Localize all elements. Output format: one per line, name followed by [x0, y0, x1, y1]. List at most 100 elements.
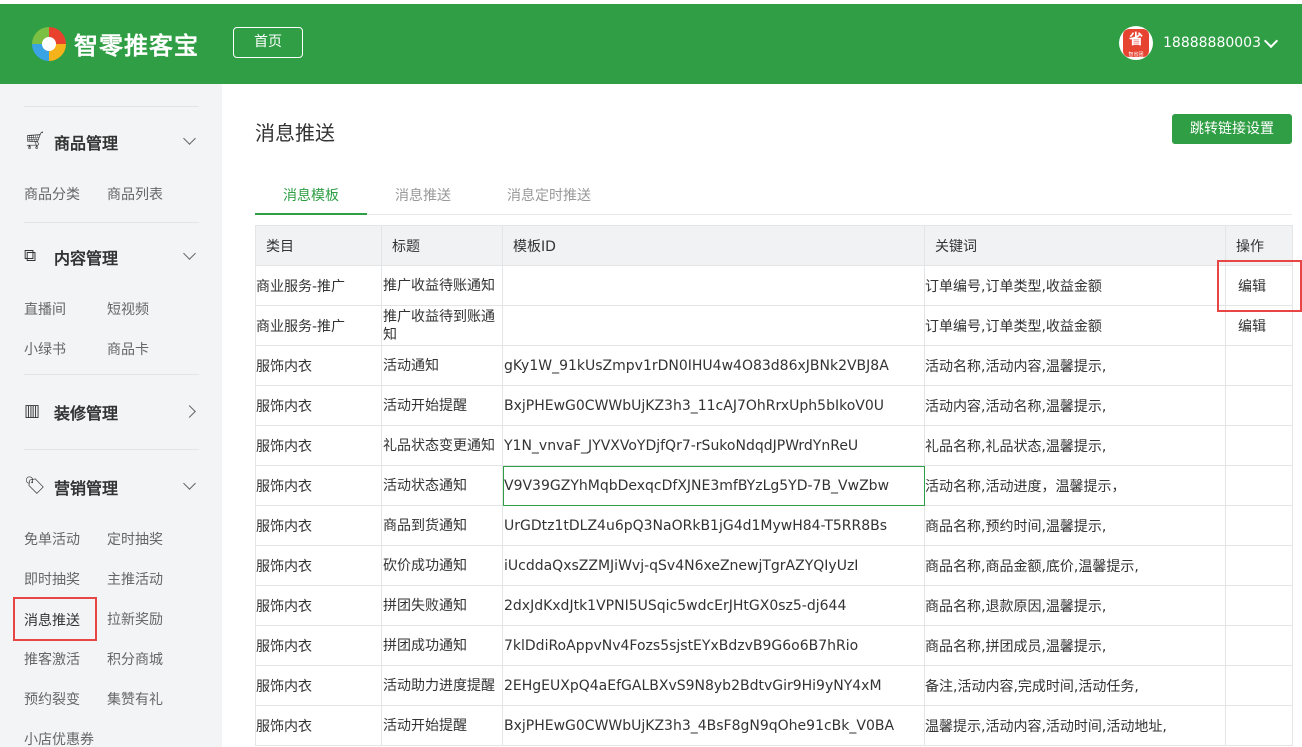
- sidebar-item-instant-lottery[interactable]: 即时抽奖: [24, 569, 80, 589]
- cell-title: 拼团失败通知: [381, 585, 503, 626]
- divider: [24, 449, 199, 450]
- cell-category: 服饰内衣: [255, 425, 382, 466]
- cell-template-id: Y1N_vnvaF_JYVXVoYDjfQr7-rSukoNdqdJPWrdYn…: [502, 425, 925, 466]
- page-title: 消息推送: [255, 121, 335, 145]
- cart-icon: 🛒︎: [24, 131, 46, 151]
- cell-keywords: 活动内容,活动名称,温馨提示,: [924, 385, 1226, 426]
- sidebar-item-promoter-activation[interactable]: 推客激活: [24, 649, 80, 669]
- cell-actions: [1225, 625, 1293, 666]
- sidebar-item-timed-lottery[interactable]: 定时抽奖: [107, 529, 163, 549]
- tab-message-template[interactable]: 消息模板: [255, 185, 367, 205]
- sidebar-item-short-video[interactable]: 短视频: [107, 299, 149, 319]
- sidebar-item-free-order[interactable]: 免单活动: [24, 529, 80, 549]
- sidebar-item-likes-gift[interactable]: 集赞有礼: [107, 689, 163, 709]
- cell-category: 服饰内衣: [255, 505, 382, 546]
- sidebar-group-title: 内容管理: [54, 249, 119, 268]
- edit-highlight-box: [1217, 260, 1302, 312]
- sidebar-item-live-room[interactable]: 直播间: [24, 299, 66, 319]
- sidebar-item-label: 消息推送: [24, 613, 80, 629]
- cell-title: 活动通知: [381, 345, 503, 386]
- cell-template-id: 7klDdiRoAppvNv4Fozs5sjstEYxBdzvB9G6o6B7h…: [502, 625, 925, 666]
- cell-category: 服饰内衣: [255, 625, 382, 666]
- sidebar: 🛒︎ 商品管理 商品分类 商品列表 ⧉ 内容管理 直播间 短视频 小绿书 商品卡…: [0, 84, 222, 747]
- sidebar-group-decoration[interactable]: ▥ 装修管理: [24, 399, 202, 423]
- cell-actions: [1225, 345, 1293, 386]
- cell-keywords: 活动名称,活动内容,温馨提示,: [924, 345, 1226, 386]
- tab-scheduled-push[interactable]: 消息定时推送: [479, 185, 619, 205]
- sidebar-item-booking-fission[interactable]: 预约裂变: [24, 689, 80, 709]
- cell-template-id: BxjPHEwG0CWWbUjKZ3h3_11cAJ7OhRrxUph5bIko…: [502, 385, 925, 426]
- cell-keywords: 活动名称,活动进度，温馨提示，: [924, 465, 1226, 506]
- sidebar-group-product[interactable]: 🛒︎ 商品管理: [24, 129, 202, 153]
- table-row: 服饰内衣 活动开始提醒 BxjPHEwG0CWWbUjKZ3h3_4BsF8gN9q…: [255, 705, 1293, 746]
- bar-chart-icon: ▥: [24, 401, 41, 421]
- sidebar-item-message-push[interactable]: 消息推送: [13, 597, 97, 641]
- redirect-link-settings-button[interactable]: 跳转链接设置: [1172, 114, 1292, 144]
- divider: [24, 106, 199, 107]
- divider: [24, 374, 199, 375]
- cell-keywords: 订单编号,订单类型,收益金额: [924, 265, 1226, 306]
- table-row: 商业服务-推广 推广收益待账通知 订单编号,订单类型,收益金额 编辑: [255, 265, 1293, 306]
- cell-keywords: 商品名称,商品金额,底价,温馨提示,: [924, 545, 1226, 586]
- cell-title: 拼团成功通知: [381, 625, 503, 666]
- cell-template-id: V9V39GZYhMqbDexqcDfXJNE3mfBYzLg5YD-7B_Vw…: [502, 465, 925, 506]
- table-row: 服饰内衣 拼团成功通知 7klDdiRoAppvNv4Fozs5sjstEYxBdz…: [255, 625, 1293, 666]
- column-header-title: 标题: [381, 225, 503, 266]
- cell-actions: [1225, 705, 1293, 746]
- cell-keywords: 商品名称,退款原因,温馨提示,: [924, 585, 1226, 626]
- chevron-down-icon: [183, 477, 196, 490]
- cell-category: 服饰内衣: [255, 705, 382, 746]
- sidebar-item-product-list[interactable]: 商品列表: [107, 184, 163, 204]
- sidebar-item-points-mall[interactable]: 积分商城: [107, 649, 163, 669]
- chevron-down-icon[interactable]: [1263, 33, 1279, 49]
- cell-title: 活动开始提醒: [381, 705, 503, 746]
- table-row: 服饰内衣 砍价成功通知 iUcddaQxsZZMJiWvj-qSv4N6xeZnew…: [255, 545, 1293, 586]
- cell-category: 服饰内衣: [255, 465, 382, 506]
- tag-icon: 🏷︎: [24, 476, 46, 496]
- sidebar-group-title: 营销管理: [54, 479, 119, 498]
- cell-actions: [1225, 585, 1293, 626]
- sidebar-item-main-promotion[interactable]: 主推活动: [107, 569, 163, 589]
- chevron-down-icon: [183, 247, 196, 260]
- top-bar: 智零推客宝 首页 省 智省团 18888880003: [0, 0, 1302, 84]
- sidebar-group-title: 商品管理: [54, 134, 119, 153]
- cell-title: 礼品状态变更通知: [381, 425, 503, 466]
- home-button[interactable]: 首页: [233, 27, 303, 58]
- table-row: 商业服务-推广 推广收益待到账通知 订单编号,订单类型,收益金额 编辑: [255, 305, 1293, 346]
- cell-keywords: 商品名称,拼团成员,温馨提示,: [924, 625, 1226, 666]
- brand-name: 智零推客宝: [74, 32, 199, 60]
- column-header-category: 类目: [255, 225, 382, 266]
- cell-keywords: 礼品名称,礼品状态,温馨提示,: [924, 425, 1226, 466]
- column-header-keywords: 关键词: [924, 225, 1226, 266]
- cell-category: 服饰内衣: [255, 345, 382, 386]
- chevron-down-icon: [183, 132, 196, 145]
- sidebar-item-green-book[interactable]: 小绿书: [24, 339, 66, 359]
- cell-category: 商业服务-推广: [255, 305, 382, 346]
- table-row: 服饰内衣 拼团失败通知 2dxJdKxdJtk1VPNI5USqic5wdcErJH…: [255, 585, 1293, 626]
- cell-keywords: 商品名称,预约时间,温馨提示,: [924, 505, 1226, 546]
- cell-actions: [1225, 545, 1293, 586]
- cell-template-id: [502, 265, 925, 306]
- copy-icon: ⧉: [24, 246, 37, 266]
- cell-template-id: 2dxJdKxdJtk1VPNI5USqic5wdcErJHtGX0sz5-dj…: [502, 585, 925, 626]
- sidebar-group-marketing[interactable]: 🏷︎ 营销管理: [24, 474, 202, 498]
- tab-message-push[interactable]: 消息推送: [367, 185, 479, 205]
- cell-title: 推广收益待到账通知: [381, 305, 503, 346]
- sidebar-item-referral-reward[interactable]: 拉新奖励: [107, 609, 163, 629]
- sidebar-group-title: 装修管理: [54, 404, 119, 423]
- cell-title: 砍价成功通知: [381, 545, 503, 586]
- table-row: 服饰内衣 礼品状态变更通知 Y1N_vnvaF_JYVXVoYDjfQr7-rSuk…: [255, 425, 1293, 466]
- table-row: 服饰内衣 商品到货通知 UrGDtz1tDLZ4u6pQ3NaORkB1jG4d1M…: [255, 505, 1293, 546]
- logo-icon: [32, 27, 66, 61]
- main-content: 消息推送 跳转链接设置 消息模板 消息推送 消息定时推送 类目 标题 模板ID …: [222, 84, 1302, 747]
- sidebar-item-store-coupon[interactable]: 小店优惠券: [24, 729, 94, 747]
- account-phone[interactable]: 18888880003: [1163, 35, 1261, 51]
- column-header-template-id: 模板ID: [502, 225, 925, 266]
- sidebar-item-product-card[interactable]: 商品卡: [107, 339, 149, 359]
- sidebar-group-content[interactable]: ⧉ 内容管理: [24, 244, 202, 268]
- avatar[interactable]: 省 智省团: [1119, 26, 1153, 60]
- cell-template-id: 2EHgEUXpQ4aEfGALBXvS9N8yb2BdtvGir9Hi9yNY…: [502, 665, 925, 706]
- cell-title: 活动状态通知: [381, 465, 503, 506]
- sidebar-item-product-category[interactable]: 商品分类: [24, 184, 80, 204]
- table-row: 服饰内衣 活动开始提醒 BxjPHEwG0CWWbUjKZ3h3_11cAJ7OhR…: [255, 385, 1293, 426]
